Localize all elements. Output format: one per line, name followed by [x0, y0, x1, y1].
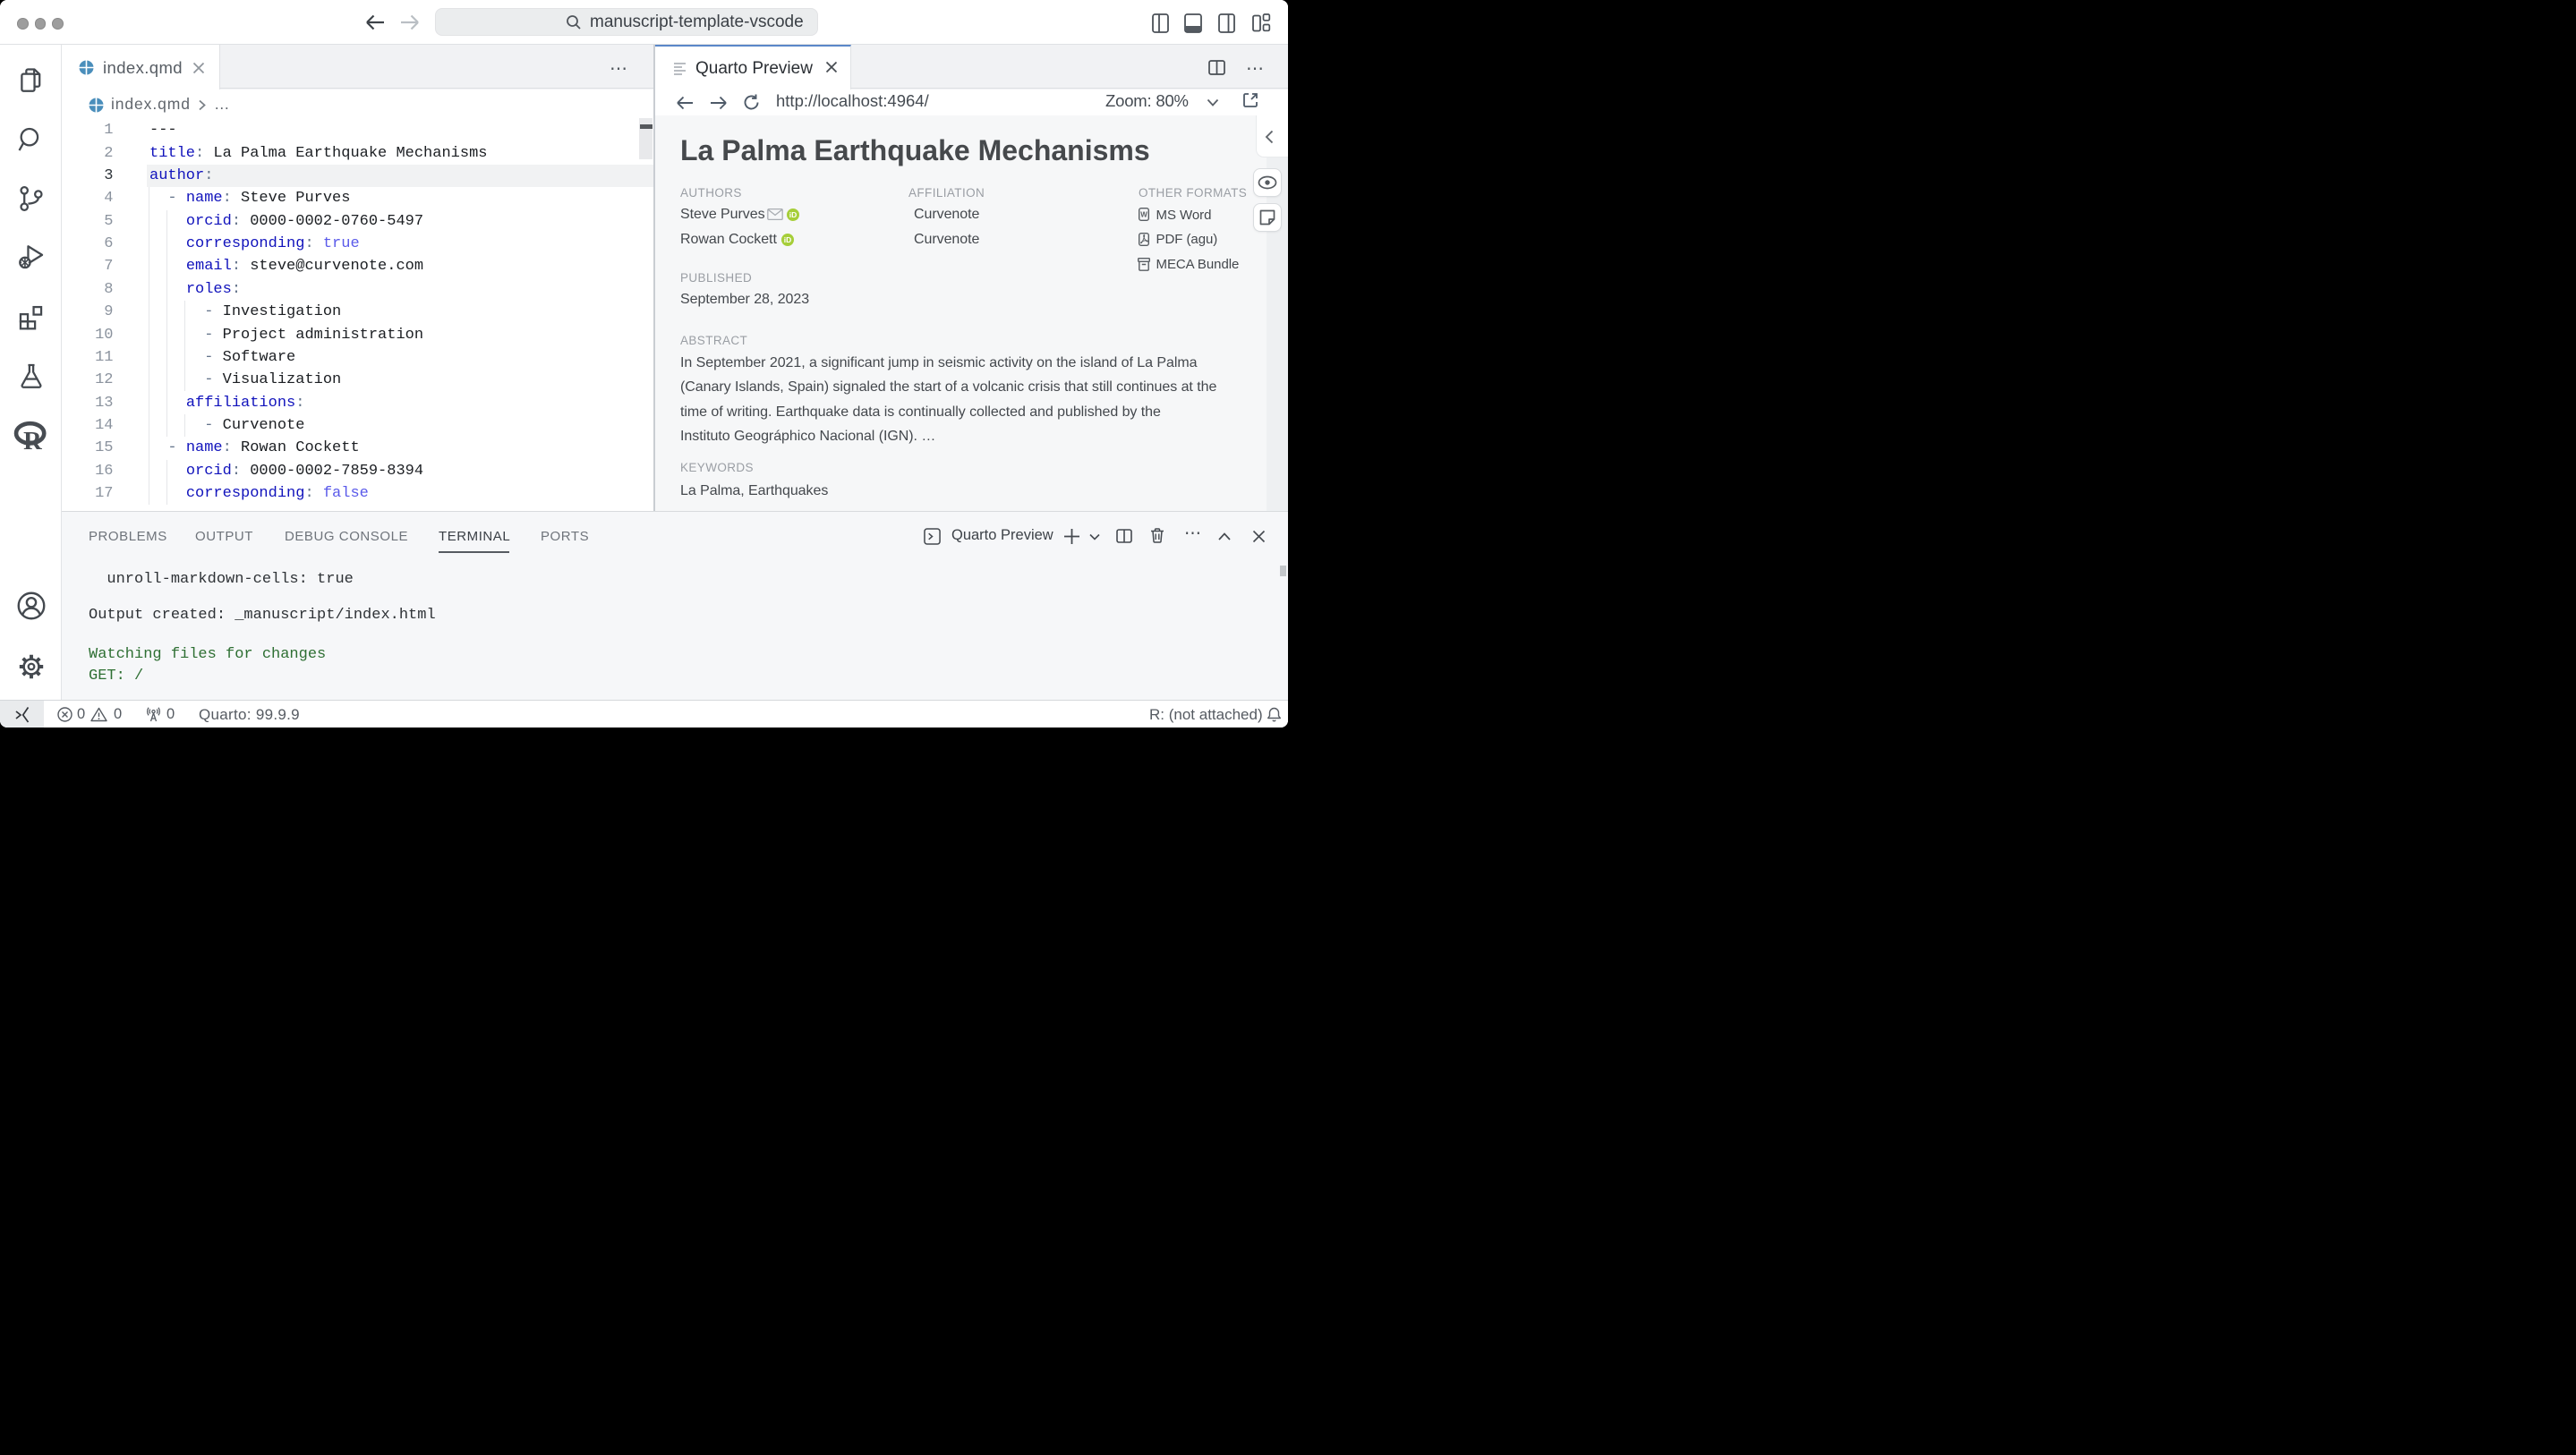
svg-text:iD: iD	[784, 235, 792, 244]
svg-text:R: R	[23, 428, 42, 455]
svg-text:iD: iD	[789, 210, 798, 219]
svg-text:W: W	[1140, 211, 1147, 219]
